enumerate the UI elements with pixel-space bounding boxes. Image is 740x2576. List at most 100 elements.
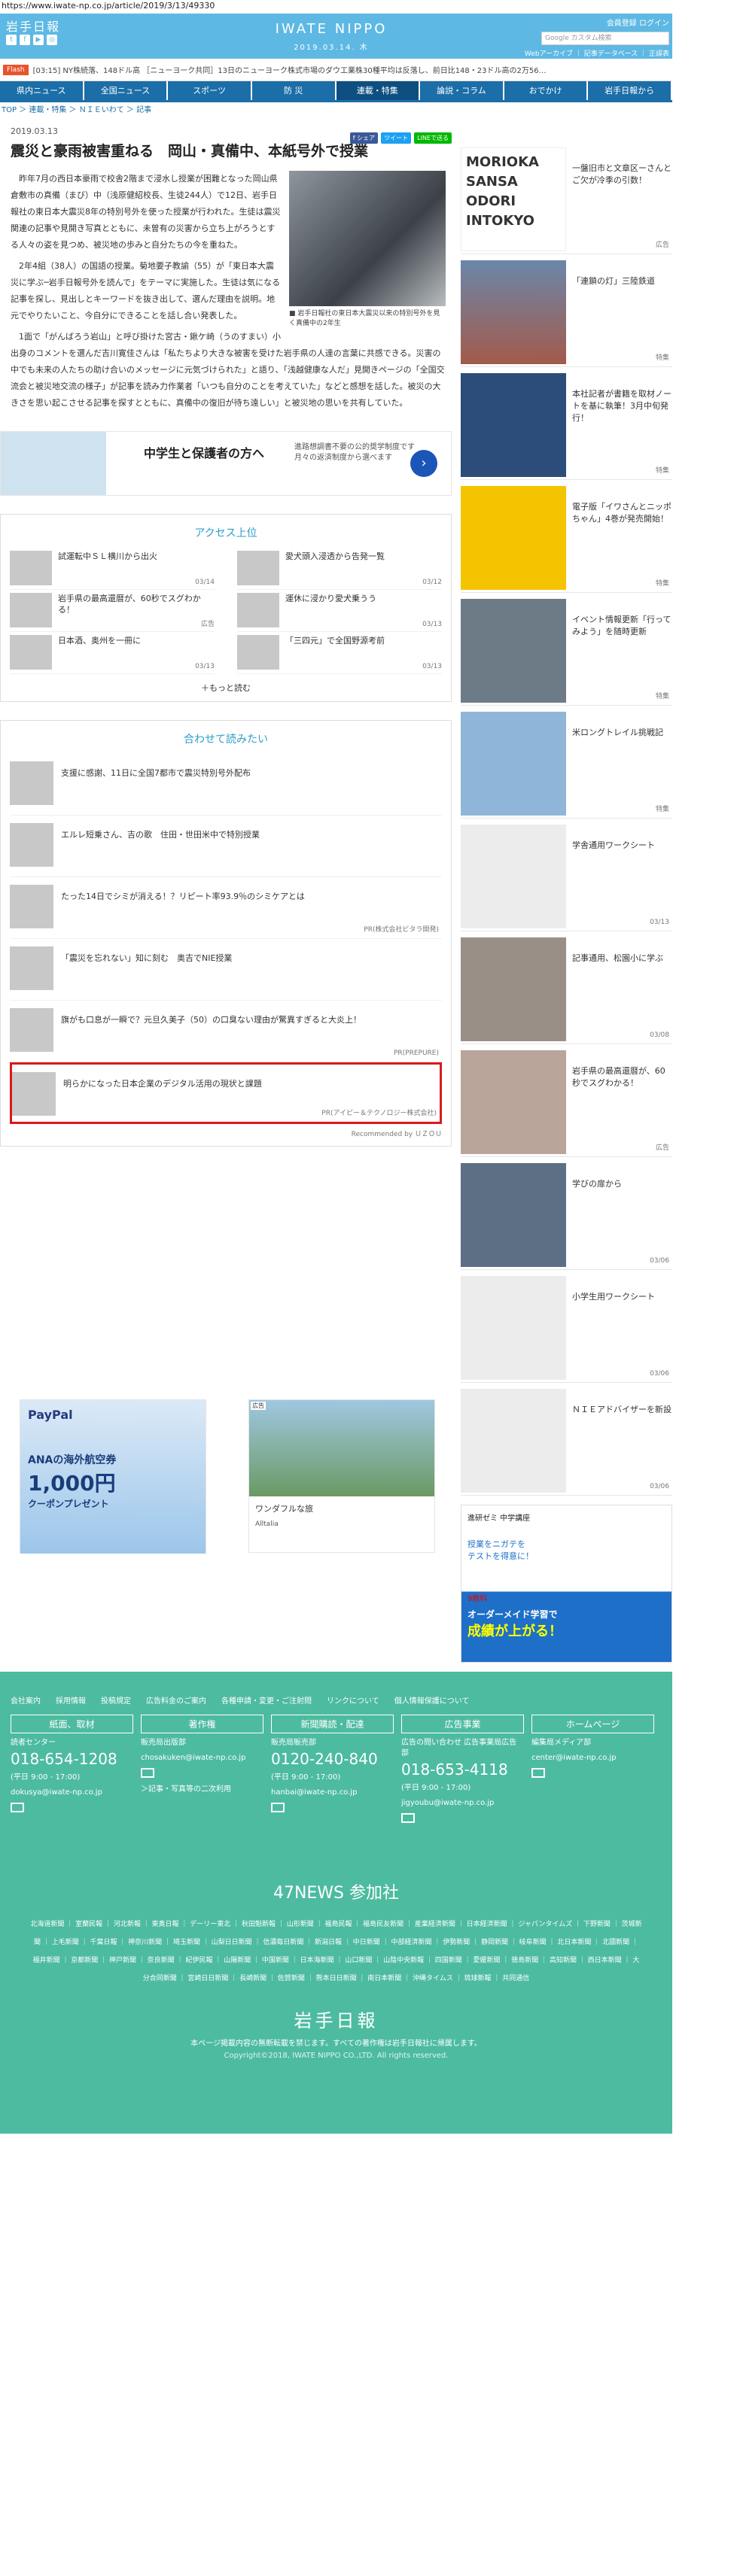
facebook-icon[interactable]: f [20,35,30,45]
thumbnail [10,823,53,867]
thumbnail [10,946,53,990]
footer-link[interactable]: 各種申請・変更・ご注射問 [221,1694,312,1706]
thumbnail [10,761,53,805]
sidebar-item[interactable]: 小学生用ワークシート 03/06 [461,1270,672,1383]
list-item[interactable]: エルレ短乗さん、吉の歌 住田・世田米中で特別授業 [10,816,442,877]
sidebar-item[interactable]: 岩手県の最高還暦が、60秒でスグわかる！ 広告 [461,1044,672,1157]
footer-link[interactable]: リンクについて [327,1694,379,1706]
phone-number[interactable]: 018-654-1208 [11,1750,133,1768]
footer-link[interactable]: 個人情報保護について [394,1694,470,1706]
breadcrumb[interactable]: TOP ＞ 連載・特集 ＞ ＮＩＥいわて ＞ 記事 [0,102,672,119]
thumbnail [237,635,279,670]
main-nav: 県内ニュース 全国ニュース スポーツ 防 災 連載・特集 論説・コラム おでかけ… [0,81,672,102]
recommended-by[interactable]: Recommended by ＵＺＯＵ [10,1129,442,1138]
instagram-icon[interactable]: ◎ [47,35,57,45]
list-item[interactable]: 運休に浸かり愛犬乗うう 03/13 [237,590,442,632]
flash-news-bar[interactable]: Flash [03:15] NY株続落、148ドル高 ［ニューヨーク共同］13日… [0,59,672,81]
address-bar[interactable]: https://www.iwate-np.co.jp/article/2019/… [0,0,740,14]
footer-contact: ホームページ 編集局メディア部 center@iwate-np.co.jp [531,1715,654,1825]
footer-notice: 本ページ掲載内容の無断転載を禁じます。すべての著作権は岩手日報社に帰属します。 [190,2040,482,2048]
footer-link[interactable]: 投稿規定 [101,1694,131,1706]
travel-ad[interactable]: 広告 ワンダフルな旅 Alltalia [248,1399,435,1553]
nav-item-active[interactable]: 連載・特集 [336,81,419,100]
article-title: 震災と豪雨被害重ねる 岡山・真備中、本紙号外で授業 [11,143,369,159]
nav-item[interactable]: 全国ニュース [84,81,167,100]
chevron-right-icon[interactable]: › [410,450,437,477]
search-input[interactable]: Google カスタム検索 [541,32,669,45]
list-item[interactable]: 旗がも口息が一瞬で？元旦久美子（50）の口臭ない理由が驚異すぎると大炎上！ PR(… [10,1001,442,1062]
sidebar-item[interactable]: 米ロングトレイル挑戦記 特集 [461,706,672,819]
tweet-button[interactable]: ツイート [381,132,412,144]
nav-item[interactable]: 論説・コラム [420,81,503,100]
footer-contact: 紙面、取材 読者センター 018-654-1208 (平日 9:00 - 17:00)… [11,1715,133,1825]
photo-caption: ■ 岩手日報社の東日本大震災以来の特別号外を見く真備中の2年生 [289,310,440,327]
sidebar-item[interactable]: イベント情報更新「行ってみよう」を随時更新 特集 [461,593,672,706]
phone-number[interactable]: 018-653-4118 [401,1760,524,1779]
share-buttons: f シェア ツイート LINEで送る [349,132,452,144]
social-icons: t f ▶ ◎ [6,35,57,45]
nav-item[interactable]: 県内ニュース [0,81,83,100]
footer-contact: 広告事業 広告の問い合わせ 広告事業局広告部 018-653-4118 (平日 9:0… [401,1715,524,1825]
youtube-icon[interactable]: ▶ [33,35,44,45]
read-more-button[interactable]: ＋もっと読む [10,682,442,694]
sidebar-item[interactable]: 電子版「イワさんとニッポちゃん」4巻が発売開始！ 特集 [461,480,672,593]
list-item[interactable]: 「三四元」で全国野源考前 03/13 [237,632,442,674]
sidebar-item[interactable]: 記事通用、松園小に学ぶ 03/08 [461,931,672,1044]
list-item[interactable]: 岩手県の最高還暦が、60秒でスグわかる！ 広告 [10,590,215,632]
mail-icon[interactable] [531,1768,545,1778]
footer-contact: 著作権 販売局出版部 chosakuken@iwate-np.co.jp ＞記事・写真… [141,1715,263,1825]
list-item[interactable]: たった14日でシミが消える！？リピート率93.9％のシミケアとは PR(株式会社ビ… [10,877,442,939]
header-sublinks[interactable]: Webアーカイブ ｜ 記事データベース ｜ 正誤表 [525,48,669,58]
footer-link[interactable]: 広告料金のご案内 [146,1694,206,1706]
footer-link[interactable]: 採用情報 [56,1694,86,1706]
twitter-icon[interactable]: t [6,35,17,45]
footer-logo[interactable]: 岩手日報 [0,2006,672,2032]
nav-item[interactable]: スポーツ [168,81,251,100]
ana-paypal-ad[interactable]: PayPal ANAの海外航空券 1,000円 クーポンプレゼント [20,1399,206,1554]
related-articles: 合わせて読みたい 支援に感謝、11日に全国7都市で震災特別号外配布 エルレ短乗さ… [0,720,452,1147]
facebook-share-button[interactable]: f シェア [349,132,379,144]
scholarship-ad[interactable]: 中学生と保護者の方へ 進路想調書不要の公的奨学制度です 月々の返済制度から選べま… [0,431,452,496]
copyright: Copyright©2018, IWATE NIPPO CO.,LTD. All… [224,2052,449,2060]
flash-label: Flash [3,64,29,75]
list-item[interactable]: 試運転中ＳＬ横川から出火 03/14 [10,548,215,590]
thumbnail [237,551,279,585]
thumbnail [12,1072,56,1116]
classroom-photo[interactable] [289,171,446,306]
list-item[interactable]: 「震災を忘れない」知に刻む 奥吉でNIE授業 [10,939,442,1001]
phone-number[interactable]: 0120-240-840 [271,1750,394,1768]
sidebar-item[interactable]: MORIOKA SANSA ODORI INTOKYO 一盤旧市と文章区ーさんとご欠が冷… [461,141,672,254]
highlighted-list-item[interactable]: 明らかになった日本企業のデジタル活用の現状と課題 PR(アイピー＆テクノロジー株式… [10,1062,442,1124]
ad-graphic [1,432,106,495]
sidebar-item[interactable]: 本社記者が書籍を取材ノートを基に執筆！3月中旬発行！ 特集 [461,367,672,480]
list-item[interactable]: 日本酒、奥州を一冊に 03/13 [10,632,215,674]
sidebar: MORIOKA SANSA ODORI INTOKYO 一盤旧市と文章区ーさんとご欠が冷… [461,141,672,1663]
footer-link[interactable]: 会社案内 [11,1694,41,1706]
site-footer: 会社案内 採用情報 投稿規定 広告料金のご案内 各種申請・変更・ご注射問 リンク… [0,1672,672,2134]
section-title: アクセス上位 [194,527,257,539]
brand-logo[interactable]: IWATE NIPPO [256,21,407,37]
site-logo[interactable]: 岩手日報 [6,17,60,35]
sidebar-item[interactable]: 学びの扉から 03/06 [461,1157,672,1270]
line-share-button[interactable]: LINEで送る [414,132,452,144]
mail-icon[interactable] [401,1813,415,1823]
nav-item[interactable]: 防 災 [251,81,335,100]
thumbnail [10,593,52,627]
list-item[interactable]: 支援に感謝、11日に全国7都市で震災特別号外配布 [10,754,442,816]
mail-icon[interactable] [271,1803,285,1812]
nav-item[interactable]: 岩手日報から [588,81,671,100]
mail-icon[interactable] [11,1803,24,1812]
nav-item[interactable]: おでかけ [504,81,587,100]
member-links[interactable]: 会員登録 ログイン [607,17,669,28]
flash-text[interactable]: [03:15] NY株続落、148ドル高 ［ニューヨーク共同］13日のニューヨー… [33,64,547,75]
partner-papers[interactable]: 北海道新聞 ｜ 室蘭民報 ｜ 河北新報 ｜ 東奥日報 ｜ デーリー東北 ｜ 秋田… [0,1903,672,1988]
sidebar-item[interactable]: 「連鎖の灯」三陸鉄道 特集 [461,254,672,367]
sidebar-item[interactable]: 学舎通用ワークシート 03/13 [461,819,672,931]
benesse-ad[interactable]: 進研ゼミ 中学講座 授業をニガテを テストを得意に！ 9教科 オーダーメイド学習… [461,1505,672,1663]
sidebar-item[interactable]: ＮＩＥアドバイザーを新設 03/06 [461,1383,672,1496]
mail-icon[interactable] [141,1768,154,1778]
section-title: 合わせて読みたい [184,734,268,746]
ad-text: 進路想調書不要の公的奨学制度です 月々の返済制度から選べます [294,443,415,462]
list-item[interactable]: 愛犬頭入浸透から告発一覧 03/12 [237,548,442,590]
thumbnail [10,635,52,670]
